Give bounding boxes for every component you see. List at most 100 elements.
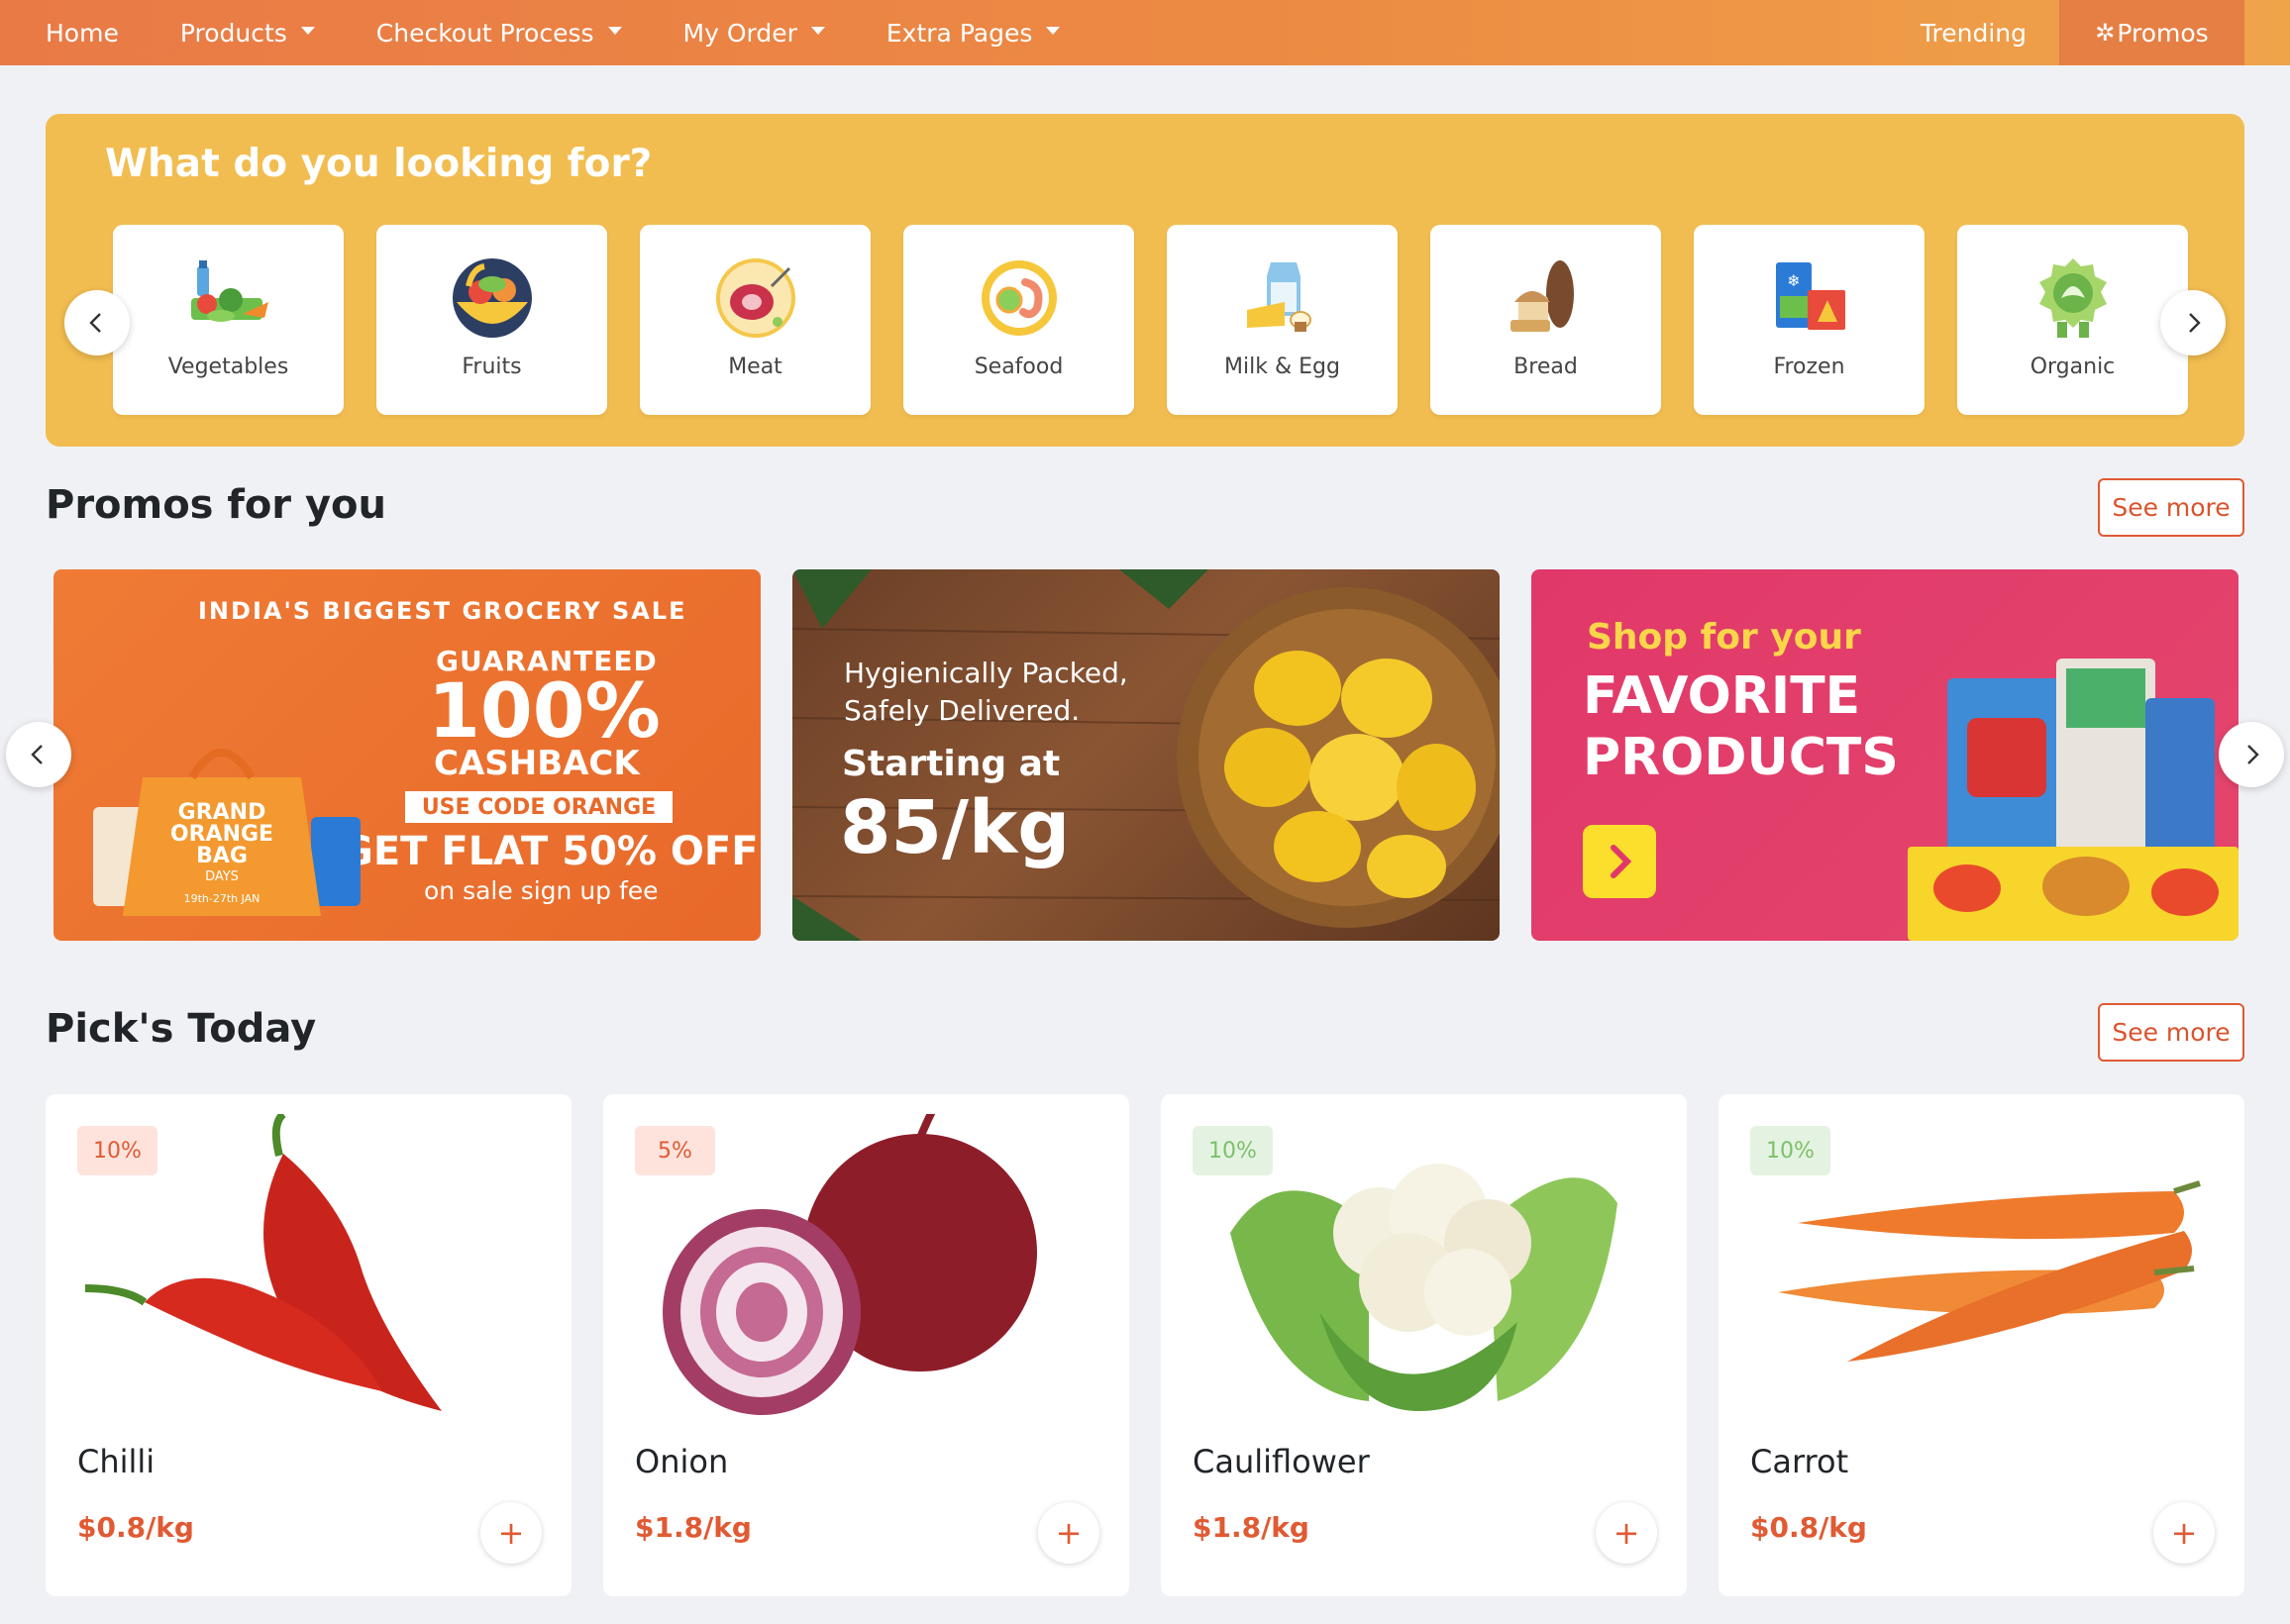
caret-down-icon — [1046, 27, 1061, 35]
seafood-icon — [981, 260, 1057, 336]
category-panel: What do you looking for? Vegetables Frui… — [46, 114, 2244, 447]
promo-banner-mangoes[interactable]: Hygienically Packed, Safely Delivered. S… — [792, 569, 1500, 941]
product-card-chilli[interactable]: 10% Chilli $0.8/kg + — [46, 1094, 572, 1596]
product-price: $1.8/kg — [1193, 1511, 1309, 1544]
category-card-meat[interactable]: Meat — [640, 225, 871, 415]
promo1-code: USE CODE ORANGE — [405, 791, 673, 823]
add-to-cart-button[interactable]: + — [1038, 1502, 1099, 1564]
frozen-icon: ❄ — [1775, 262, 1845, 330]
category-label: Fruits — [462, 355, 522, 379]
fruits-icon — [452, 258, 532, 338]
top-navbar: Home Products Checkout Process My Order … — [0, 0, 2290, 65]
nav-extra-pages-label: Extra Pages — [885, 18, 1033, 48]
promo1-flat-off: GET FLAT 50% OFF — [341, 829, 759, 874]
picks-see-more-button[interactable]: See more — [2098, 1003, 2244, 1062]
promo2-price: 85/kg — [840, 785, 1071, 870]
promo2-line-3: Starting at — [842, 744, 1061, 784]
meat-icon — [715, 258, 795, 338]
category-label: Bread — [1513, 355, 1578, 379]
nav-products[interactable]: Products — [150, 0, 346, 65]
vegetables-icon — [190, 260, 268, 322]
nav-my-order-label: My Order — [682, 18, 797, 48]
category-card-fruits[interactable]: Fruits — [376, 225, 607, 415]
grocery-bag-illustration: GRAND ORANGE BAG DAYS 19th-27th JAN — [93, 749, 361, 916]
milk-egg-icon — [1246, 262, 1311, 332]
chevron-left-icon — [31, 745, 43, 764]
promos-see-more-button[interactable]: See more — [2098, 478, 2244, 537]
product-name: Chilli — [77, 1443, 156, 1480]
category-title: What do you looking for? — [105, 142, 653, 186]
category-label: Frozen — [1773, 355, 1845, 379]
caret-down-icon — [810, 27, 825, 35]
picks-section-title: Pick's Today — [46, 1006, 317, 1052]
chevron-right-icon — [1611, 845, 1632, 878]
mango-basket-image — [1177, 587, 1500, 928]
nav-home-label: Home — [46, 18, 119, 48]
promo2-line-1: Hygienically Packed, — [844, 657, 1128, 689]
promo3-line-1: Shop for your — [1587, 617, 1861, 658]
add-to-cart-button[interactable]: + — [1596, 1502, 1657, 1564]
product-price: $1.8/kg — [635, 1511, 752, 1544]
nav-my-order[interactable]: My Order — [653, 0, 856, 65]
category-label: Seafood — [974, 355, 1064, 379]
bag-text-line-3: BAG — [196, 844, 248, 868]
product-card-cauliflower[interactable]: 10% Cauliflower $1.8/kg + — [1161, 1094, 1687, 1596]
discount-badge: 10% — [77, 1126, 157, 1175]
bread-icon — [1509, 260, 1574, 332]
chevron-right-icon — [2189, 313, 2201, 333]
product-packs-image — [1908, 659, 2238, 941]
category-card-bread[interactable]: Bread — [1430, 225, 1661, 415]
promo2-line-2: Safely Delivered. — [844, 694, 1081, 727]
promo3-line-3: PRODUCTS — [1583, 728, 1899, 787]
promo1-percent: 100% — [428, 666, 661, 755]
chevron-left-icon — [89, 313, 101, 333]
category-card-organic[interactable]: Organic — [1957, 225, 2188, 415]
product-name: Carrot — [1750, 1443, 1849, 1480]
nav-trending-label: Trending — [1920, 18, 2027, 48]
category-prev-button[interactable] — [64, 290, 130, 355]
nav-extra-pages[interactable]: Extra Pages — [856, 0, 1092, 65]
product-name: Cauliflower — [1193, 1443, 1370, 1480]
caret-down-icon — [607, 27, 622, 35]
product-price: $0.8/kg — [77, 1511, 194, 1544]
promo1-cashback: CASHBACK — [434, 744, 640, 783]
svg-text:❄: ❄ — [1787, 271, 1800, 290]
chevron-right-icon — [2247, 745, 2259, 764]
organic-icon — [2038, 258, 2107, 338]
promo-banner-cashback[interactable]: INDIA'S BIGGEST GROCERY SALE GUARANTEED … — [53, 569, 761, 941]
nav-promos-label: Promos — [2117, 18, 2209, 48]
product-card-onion[interactable]: 5% Onion $1.8/kg + — [603, 1094, 1129, 1596]
nav-trending[interactable]: Trending — [1890, 0, 2059, 65]
product-name: Onion — [635, 1443, 729, 1480]
category-card-seafood[interactable]: Seafood — [903, 225, 1134, 415]
promo1-subtext: on sale sign up fee — [424, 876, 659, 905]
category-label: Milk & Egg — [1224, 355, 1340, 379]
nav-promos[interactable]: ✲ Promos — [2059, 0, 2244, 65]
promo-prev-button[interactable] — [6, 722, 71, 787]
bag-text-line-4: DAYS — [205, 869, 239, 884]
category-label: Vegetables — [167, 355, 289, 379]
category-label: Meat — [728, 355, 782, 379]
category-next-button[interactable] — [2160, 290, 2226, 355]
category-card-vegetables[interactable]: Vegetables — [113, 225, 344, 415]
discount-badge: 10% — [1193, 1126, 1273, 1175]
promo-next-button[interactable] — [2219, 722, 2284, 787]
add-to-cart-button[interactable]: + — [2153, 1502, 2215, 1564]
product-price: $0.8/kg — [1750, 1511, 1867, 1544]
nav-home[interactable]: Home — [0, 0, 150, 65]
promo-banner-favorite-products[interactable]: Shop for your FAVORITE PRODUCTS — [1531, 569, 2238, 941]
nav-products-label: Products — [179, 18, 287, 48]
category-label: Organic — [2030, 355, 2116, 379]
gear-icon: ✲ — [2095, 19, 2116, 47]
discount-badge: 5% — [635, 1126, 715, 1175]
add-to-cart-button[interactable]: + — [480, 1502, 542, 1564]
promo3-arrow-button[interactable] — [1583, 825, 1656, 898]
category-card-milk-egg[interactable]: Milk & Egg — [1167, 225, 1398, 415]
category-card-frozen[interactable]: ❄ Frozen — [1694, 225, 1925, 415]
bag-text-line-5: 19th-27th JAN — [184, 892, 260, 905]
product-card-carrot[interactable]: 10% Carrot $0.8/kg + — [1718, 1094, 2244, 1596]
nav-checkout-process[interactable]: Checkout Process — [346, 0, 653, 65]
nav-checkout-label: Checkout Process — [375, 18, 594, 48]
promo1-headline: INDIA'S BIGGEST GROCERY SALE — [198, 597, 687, 625]
caret-down-icon — [300, 27, 315, 35]
